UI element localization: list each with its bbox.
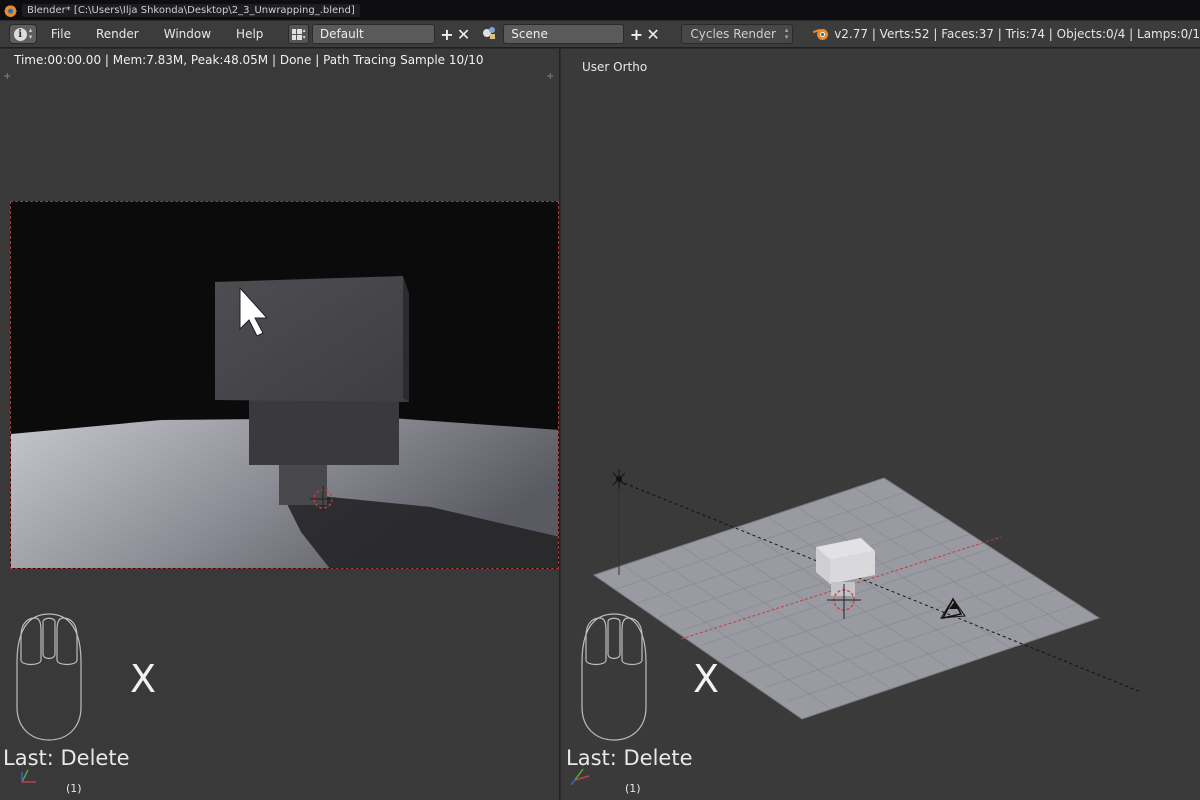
current-frame: (1) <box>66 782 82 795</box>
info-icon: i <box>13 27 27 41</box>
axis-gizmo-icon <box>570 768 590 786</box>
area-split-corner-icon[interactable]: + <box>3 71 11 82</box>
screen-layout-button[interactable]: ▴ ▾ <box>288 24 309 44</box>
scene-selector-button[interactable] <box>480 24 500 44</box>
mouse-input-icon <box>581 613 647 741</box>
menu-file[interactable]: File <box>51 27 84 41</box>
blender-logo-icon <box>813 27 829 41</box>
screen-layout-field[interactable]: Default <box>311 24 435 44</box>
3d-viewport[interactable]: User Ortho X Last: Delete (1) <box>561 49 1200 800</box>
axis-gizmo-icon <box>21 769 36 783</box>
info-header: i ▴ ▾ File Render Window Help ▴ ▾ Default … <box>0 21 1200 48</box>
menu-window[interactable]: Window <box>164 27 224 41</box>
updown-arrow-icon: ▴ ▾ <box>784 26 789 41</box>
scene-field[interactable]: Scene <box>503 24 625 44</box>
editor-type-button[interactable]: i ▴ ▾ <box>9 24 37 44</box>
blender-app-icon <box>4 3 17 17</box>
image-editor-viewport[interactable]: Time:00:00.00 | Mem:7.83M, Peak:48.05M |… <box>0 49 560 800</box>
pressed-key-indicator: X <box>693 657 720 701</box>
render-result-image <box>10 201 559 569</box>
delete-scene-button[interactable]: ✕ <box>645 25 662 44</box>
3d-scene-svg <box>592 469 1142 720</box>
main-menu: File Render Window Help <box>51 27 289 41</box>
updown-arrow-icon: ▴ ▾ <box>28 26 33 41</box>
render-engine-label: Cycles Render <box>690 27 776 41</box>
mouse-input-icon <box>16 613 82 741</box>
add-layout-button[interactable]: + <box>439 25 456 44</box>
current-frame: (1) <box>625 782 641 795</box>
window-titlebar: Blender* [C:\Users\Ilja Shkonda\Desktop\… <box>0 0 1200 20</box>
scene-stats: v2.77 | Verts:52 | Faces:37 | Tris:74 | … <box>834 27 1200 41</box>
window-title: Blender* [C:\Users\Ilja Shkonda\Desktop\… <box>22 3 360 17</box>
render-engine-dropdown[interactable]: Cycles Render ▴ ▾ <box>681 24 794 44</box>
pressed-key-indicator: X <box>130 657 157 701</box>
menu-help[interactable]: Help <box>236 27 276 41</box>
delete-layout-button[interactable]: ✕ <box>455 25 472 44</box>
add-scene-button[interactable]: + <box>628 25 645 44</box>
render-image-svg <box>11 202 558 568</box>
layout-grid-icon <box>291 28 302 40</box>
render-status: Time:00:00.00 | Mem:7.83M, Peak:48.05M |… <box>14 53 484 67</box>
area-split-corner-icon[interactable]: + <box>546 71 554 82</box>
menu-render[interactable]: Render <box>96 27 152 41</box>
updown-arrow-icon: ▴ ▾ <box>302 27 306 41</box>
